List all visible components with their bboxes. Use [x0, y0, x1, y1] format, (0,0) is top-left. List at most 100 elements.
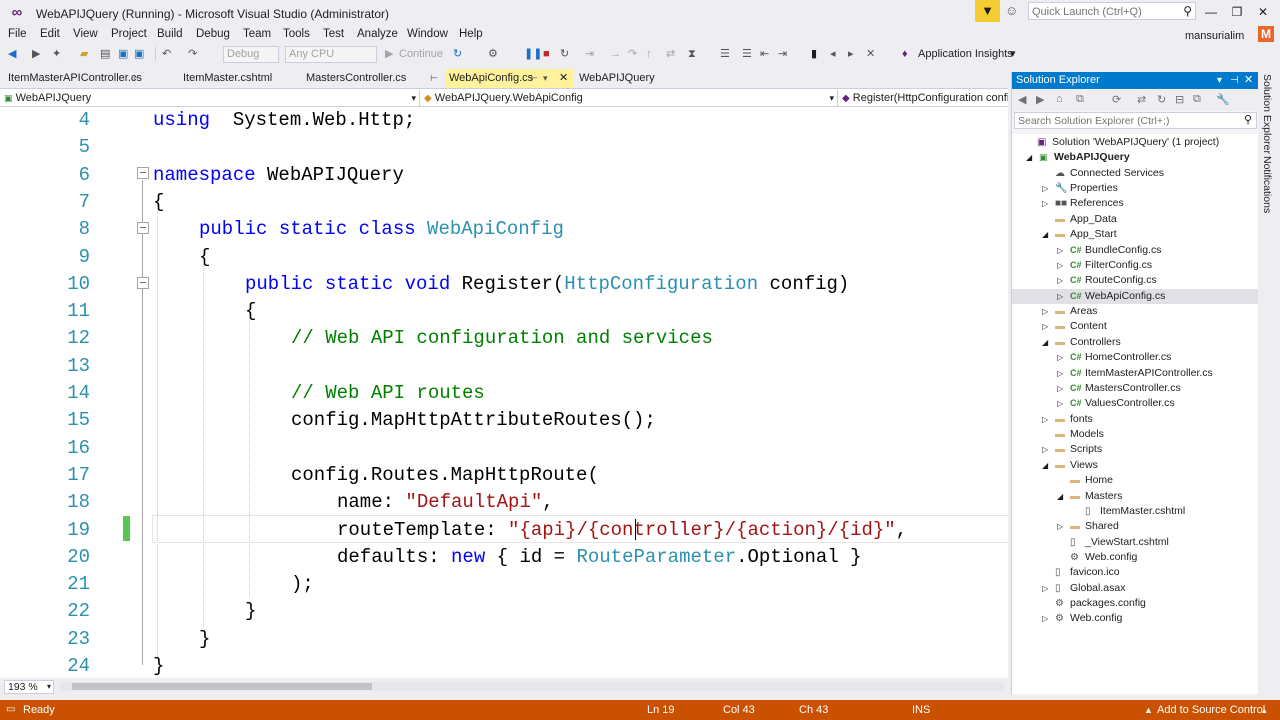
add-to-source-control-button[interactable]: Add to Source Control [1157, 700, 1265, 720]
tree-item[interactable]: ▷ ▬ Content [1012, 319, 1259, 334]
tree-expand-arrow-icon[interactable]: ▷ [1057, 258, 1063, 273]
quick-launch-box[interactable]: ⚲ [1028, 2, 1196, 20]
tree-expand-arrow-icon[interactable]: ▷ [1057, 273, 1063, 288]
dropdown-icon[interactable]: ▾ [543, 69, 548, 88]
tree-item[interactable]: ☁ Connected Services [1012, 166, 1259, 181]
menu-file[interactable]: File [8, 28, 27, 40]
side-tab-notifications[interactable]: Notifications [1261, 156, 1273, 213]
zoom-dropdown[interactable]: 193 % ▾ [4, 680, 54, 694]
tree-item[interactable]: ▷ ▬ Areas [1012, 304, 1259, 319]
menu-team[interactable]: Team [243, 28, 271, 40]
code-line[interactable]: 9{ [0, 244, 1008, 271]
code-line[interactable]: 10 public static void Register(HttpConfig… [0, 271, 1008, 298]
tree-item[interactable]: ▷ C# ItemMasterAPIController.cs [1012, 366, 1259, 381]
code-line[interactable]: 23} [0, 626, 1008, 653]
show-next-statement-icon[interactable]: ⇥ [585, 46, 594, 62]
menu-window[interactable]: Window [407, 28, 448, 40]
member-dropdown[interactable]: ◆ Register(HttpConfiguration config) [842, 90, 1008, 106]
tree-expand-arrow-icon[interactable]: ▷ [1042, 304, 1048, 319]
forward-icon[interactable]: ▶ [1036, 93, 1044, 106]
save-all-icon[interactable]: ▣ [134, 46, 144, 62]
solution-search-box[interactable]: ⚲ [1014, 112, 1257, 129]
undo-icon[interactable]: ↶ [162, 46, 171, 62]
refresh-icon[interactable]: ↻ [453, 46, 462, 62]
new-project-icon[interactable]: ✦ [52, 46, 61, 62]
indent-icon[interactable]: ⇥ [778, 46, 787, 62]
code-line[interactable]: 15 config.MapHttpAttributeRoutes(); [0, 407, 1008, 434]
maximize-button[interactable]: ❐ [1224, 3, 1250, 21]
tree-expand-arrow-icon[interactable]: ▷ [1057, 289, 1063, 304]
close-window-button[interactable]: ✕ [1250, 3, 1276, 21]
tree-expand-arrow-icon[interactable]: ▷ [1042, 581, 1048, 596]
menu-analyze[interactable]: Analyze [357, 28, 398, 40]
menu-test[interactable]: Test [323, 28, 344, 40]
code-line[interactable]: 7{ [0, 189, 1008, 216]
menu-view[interactable]: View [73, 28, 98, 40]
code-line[interactable]: 11 { [0, 298, 1008, 325]
code-line[interactable]: 18 name: "DefaultApi", [0, 489, 1008, 516]
solution-platform-dropdown[interactable]: Any CPU [285, 46, 377, 63]
insights-dropdown-icon[interactable]: ▾ [1010, 46, 1016, 62]
project-dropdown[interactable]: ▣ WebAPIJQuery ▾ [4, 90, 420, 106]
tree-item[interactable]: ▯ ItemMaster.cshtml [1012, 504, 1259, 519]
prev-bookmark-icon[interactable]: ◂ [830, 46, 836, 62]
refresh-icon[interactable]: ↻ [1157, 93, 1166, 106]
home-icon[interactable]: ⌂ [1056, 93, 1063, 105]
user-avatar[interactable]: M [1258, 26, 1274, 42]
tree-item[interactable]: ⚙ Web.config [1012, 550, 1259, 565]
menu-debug[interactable]: Debug [196, 28, 230, 40]
stop-debugging-icon[interactable]: ■ [543, 46, 550, 62]
clear-bookmarks-icon[interactable]: ✕ [866, 46, 875, 62]
step-into-icon[interactable]: → [610, 46, 621, 62]
tree-collapse-arrow-icon[interactable]: ◢ [1042, 335, 1048, 350]
tree-item[interactable]: ▷ C# HomeController.cs [1012, 350, 1259, 365]
tree-collapse-arrow-icon[interactable]: ◢ [1042, 458, 1048, 473]
tree-collapse-arrow-icon[interactable]: ◢ [1057, 489, 1063, 504]
forward-icon[interactable]: ▶ [32, 46, 40, 62]
tree-item[interactable]: ◢ ▬ Masters [1012, 489, 1259, 504]
hex-icon[interactable]: ⇄ [666, 46, 675, 62]
tree-item[interactable]: ▬ Models [1012, 427, 1259, 442]
auto-hide-pin-icon[interactable]: ⊣ [1230, 72, 1239, 89]
close-tab-icon[interactable]: ✕ [559, 69, 568, 88]
collapse-all-icon[interactable]: ⊟ [1175, 93, 1184, 106]
tree-expand-arrow-icon[interactable]: ▷ [1057, 381, 1063, 396]
tree-item[interactable]: ▯ favicon.ico [1012, 565, 1259, 580]
side-tab-solution-explorer[interactable]: Solution Explorer [1261, 74, 1273, 154]
outdent-icon[interactable]: ⇤ [760, 46, 769, 62]
tree-item[interactable]: ▷ ■■ References [1012, 196, 1259, 211]
search-icon[interactable]: ⚲ [1183, 4, 1192, 18]
tab-webapijquery[interactable]: WebAPIJQuery [572, 69, 677, 88]
tree-expand-arrow-icon[interactable]: ▷ [1057, 366, 1063, 381]
application-insights-button[interactable]: Application Insights [918, 46, 1013, 62]
tab-itemmasterapicontroller[interactable]: ItemMasterAPIController.cs ⊢ [0, 69, 170, 88]
application-insights-icon[interactable]: ♦ [902, 46, 908, 62]
pin-icon[interactable]: ⊢ [430, 69, 438, 88]
pin-icon[interactable]: ⊢ [133, 69, 141, 88]
tree-collapse-arrow-icon[interactable]: ◢ [1026, 150, 1032, 165]
continue-button[interactable]: Continue [399, 46, 443, 62]
window-position-icon[interactable]: ▾ [1217, 72, 1222, 89]
tree-expand-arrow-icon[interactable]: ▷ [1042, 319, 1048, 334]
chevron-up-icon[interactable]: ▴ [1262, 700, 1267, 720]
uncomment-icon[interactable]: ☰ [742, 46, 752, 62]
restart-icon[interactable]: ↻ [560, 46, 569, 62]
tree-item[interactable]: ▷ ▬ fonts [1012, 412, 1259, 427]
tree-item[interactable]: ▣ Solution 'WebAPIJQuery' (1 project) [1012, 135, 1259, 150]
close-panel-icon[interactable]: ✕ [1244, 72, 1253, 89]
tree-item[interactable]: ◢ ▬ Controllers [1012, 335, 1259, 350]
tree-expand-arrow-icon[interactable]: ▷ [1042, 181, 1048, 196]
user-name[interactable]: mansurialim [1185, 30, 1244, 42]
tree-item[interactable]: ▯ _ViewStart.cshtml [1012, 535, 1259, 550]
code-line[interactable]: 5 [0, 134, 1008, 161]
back-icon[interactable]: ◀ [1018, 93, 1026, 106]
menu-help[interactable]: Help [459, 28, 483, 40]
code-line[interactable]: 6 namespace WebAPIJQuery [0, 162, 1008, 189]
tree-expand-arrow-icon[interactable]: ▷ [1057, 350, 1063, 365]
feedback-icon[interactable]: ☺ [1005, 3, 1023, 21]
tree-item[interactable]: ▷ ▯ Global.asax [1012, 581, 1259, 596]
collapse-class-icon[interactable]: − [137, 222, 149, 234]
tab-webapiconfig[interactable]: WebApiConfig.cs ⊢ ▾ ✕ [446, 69, 573, 88]
filter-icon[interactable]: ▼ [975, 0, 1000, 22]
pin-icon[interactable]: ⊢ [530, 69, 538, 88]
